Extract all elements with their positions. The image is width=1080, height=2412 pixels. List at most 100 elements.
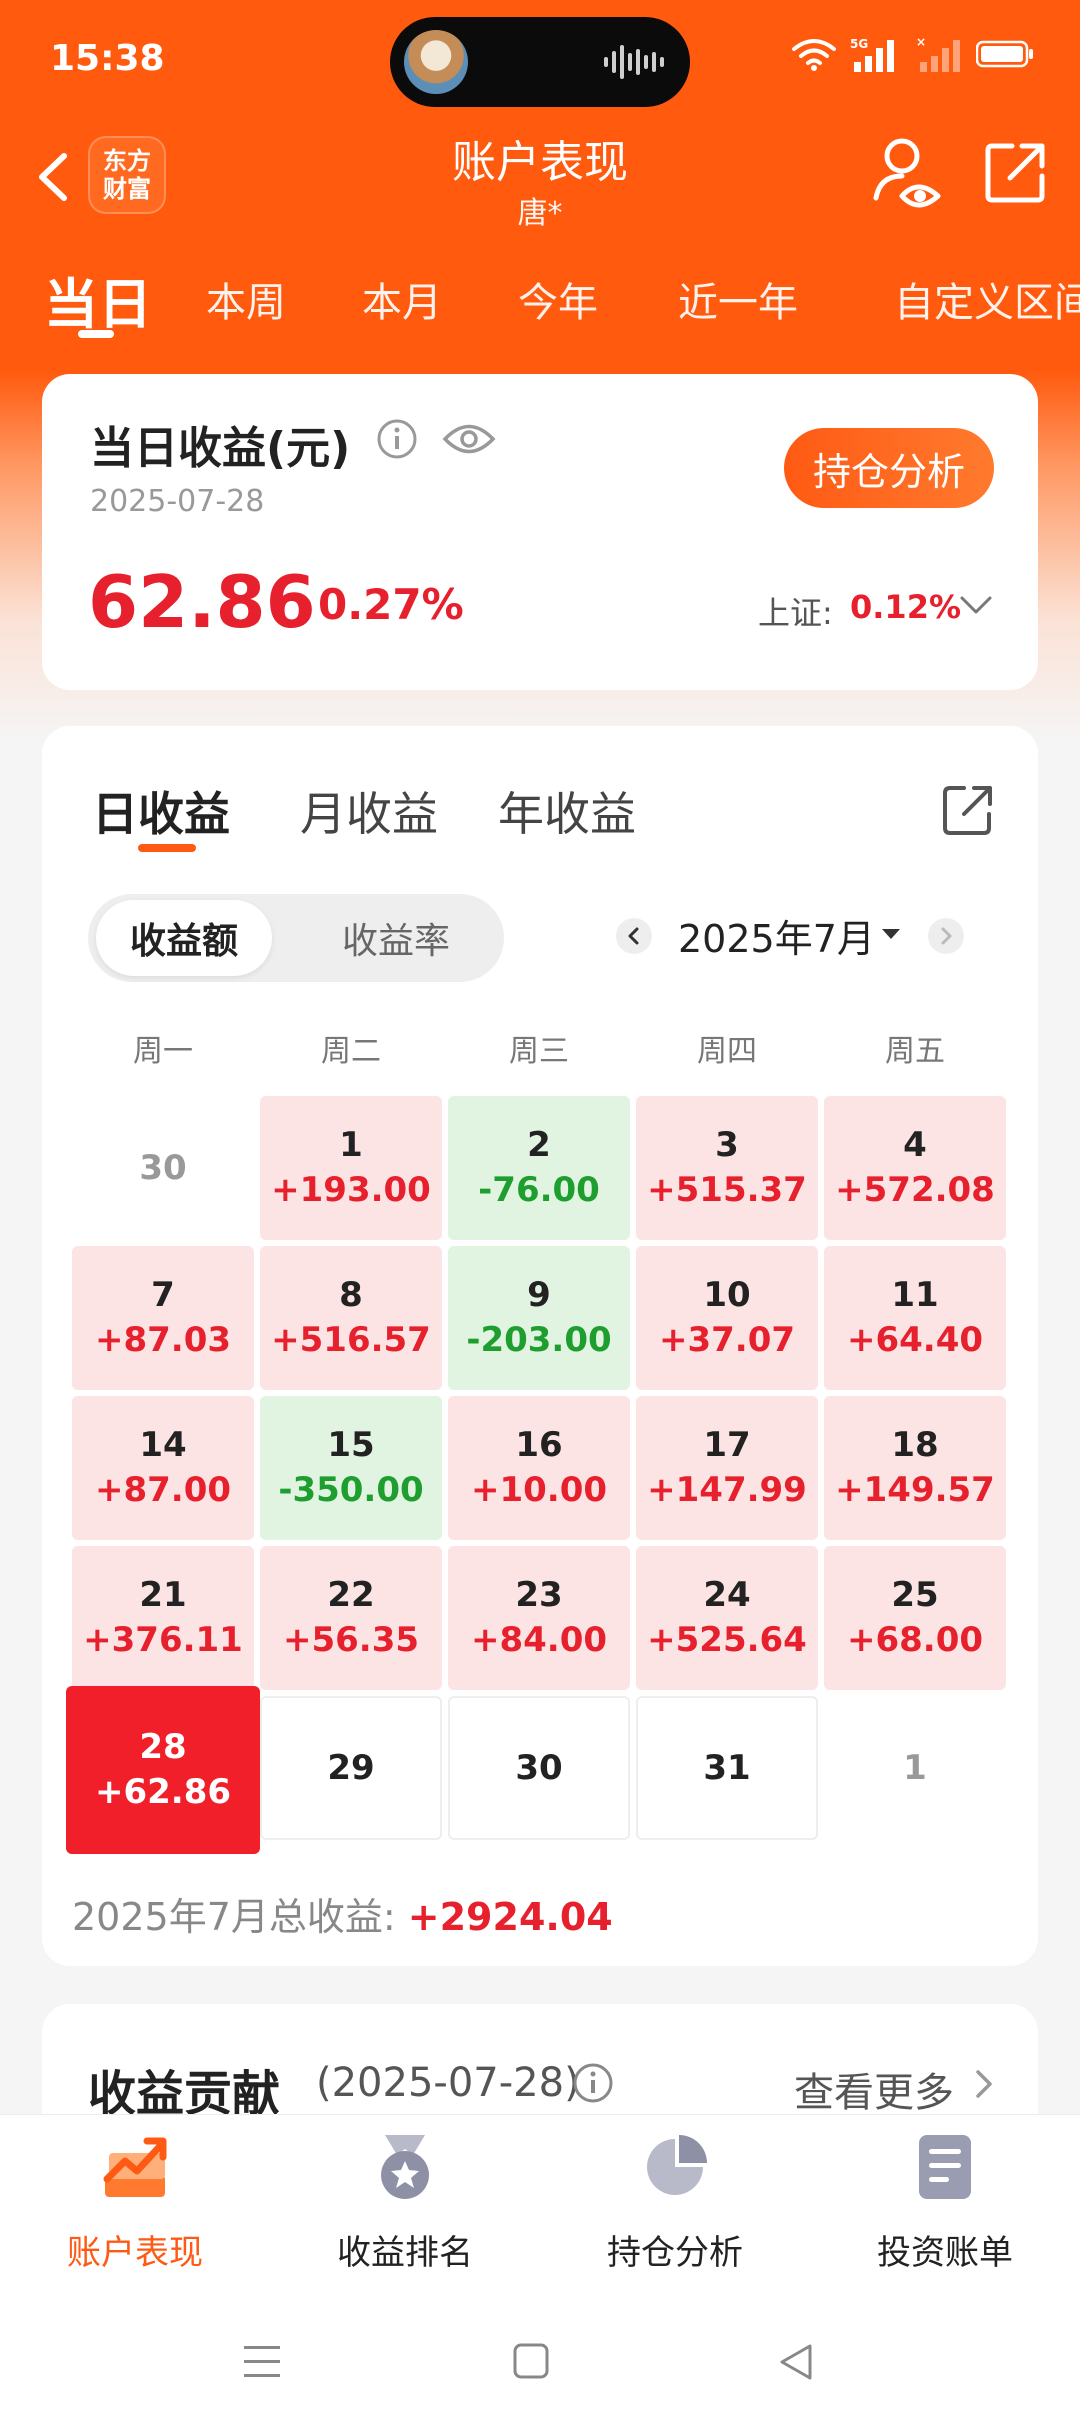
info-icon[interactable]	[376, 418, 418, 460]
calendar-day[interactable]: 30	[448, 1696, 630, 1840]
calendar-day[interactable]: 21 +376.11	[72, 1546, 254, 1690]
day-earnings-value: -76.00	[478, 1170, 600, 1210]
calendar-day[interactable]: 30	[72, 1096, 254, 1240]
calendar-day[interactable]: 29	[260, 1696, 442, 1840]
calendar-day-today[interactable]: 28 +62.86	[66, 1686, 260, 1854]
period-tabs: 当日 本周 本月 今年 近一年 自定义区间	[0, 250, 1080, 350]
tab-today[interactable]: 当日	[44, 260, 152, 339]
day-number: 17	[703, 1425, 751, 1465]
tab-investment-bill[interactable]: 投资账单	[810, 2115, 1080, 2305]
calendar-day[interactable]: 24 +525.64	[636, 1546, 818, 1690]
day-earnings-value: +62.86	[94, 1772, 232, 1812]
share-icon[interactable]	[940, 782, 996, 838]
info-icon[interactable]	[572, 2062, 614, 2104]
view-more-link[interactable]: 查看更多	[794, 2060, 954, 2118]
calendar-day[interactable]: 15 -350.00	[260, 1396, 442, 1540]
chevron-down-icon[interactable]	[956, 588, 996, 624]
tab-earnings-ranking[interactable]: 收益排名	[270, 2115, 540, 2305]
daily-rate: 0.27%	[318, 580, 464, 629]
day-number: 30	[515, 1748, 563, 1788]
tab-daily-earnings[interactable]: 日收益	[92, 778, 230, 844]
tab-yearly-earnings[interactable]: 年收益	[498, 778, 636, 844]
calendar-day[interactable]: 4 +572.08	[824, 1096, 1006, 1240]
battery-icon	[976, 40, 1033, 68]
day-earnings-value: +56.35	[282, 1620, 420, 1660]
status-icons: 5G ×	[792, 34, 1034, 74]
home-icon[interactable]	[512, 2342, 550, 2380]
day-earnings-value: -203.00	[466, 1320, 612, 1360]
eye-icon[interactable]	[442, 420, 496, 458]
tab-this-month[interactable]: 本月	[362, 270, 442, 328]
day-number: 31	[703, 1748, 751, 1788]
calendar-day[interactable]: 3 +515.37	[636, 1096, 818, 1240]
tab-this-week[interactable]: 本周	[206, 270, 286, 328]
chevron-left-icon[interactable]	[616, 918, 652, 954]
medal-icon	[381, 2135, 429, 2199]
calendar-day[interactable]: 11 +64.40	[824, 1246, 1006, 1390]
calendar-day[interactable]: 16 +10.00	[448, 1396, 630, 1540]
signal-5g-icon: 5G	[850, 37, 894, 72]
caret-down-icon[interactable]	[880, 926, 902, 942]
index-value: 0.12%	[850, 588, 962, 626]
calendar-day[interactable]: 7 +87.03	[72, 1246, 254, 1390]
calendar-day[interactable]: 1	[824, 1696, 1006, 1840]
calendar-day[interactable]: 14 +87.00	[72, 1396, 254, 1540]
day-number: 25	[891, 1575, 939, 1615]
day-earnings-value: +376.11	[83, 1620, 243, 1660]
day-number: 14	[139, 1425, 187, 1465]
calendar-day[interactable]: 10 +37.07	[636, 1246, 818, 1390]
day-earnings-value: -350.00	[278, 1470, 424, 1510]
day-number: 10	[703, 1275, 751, 1315]
menu-icon[interactable]	[242, 2344, 282, 2380]
month-total-label: 2025年7月总收益:	[72, 1895, 396, 1939]
share-icon[interactable]	[984, 140, 1048, 204]
month-selector[interactable]: 2025年7月	[678, 908, 875, 963]
day-number: 16	[515, 1425, 563, 1465]
calendar-day[interactable]: 17 +147.99	[636, 1396, 818, 1540]
tab-custom-range[interactable]: 自定义区间	[894, 270, 1080, 328]
day-earnings-value: +149.57	[835, 1470, 995, 1510]
back-nav-icon[interactable]	[776, 2342, 816, 2382]
holding-analysis-button[interactable]: 持仓分析	[784, 428, 994, 508]
weekday-label: 周二	[321, 1034, 381, 1069]
day-number: 1	[339, 1125, 363, 1165]
tab-last-year[interactable]: 近一年	[678, 270, 798, 328]
day-number: 28	[139, 1727, 187, 1767]
calendar-day[interactable]: 1 +193.00	[260, 1096, 442, 1240]
earnings-contribution-card: 收益贡献 (2025-07-28) 查看更多	[42, 2004, 1038, 2124]
calendar-day[interactable]: 22 +56.35	[260, 1546, 442, 1690]
calendar-day[interactable]: 9 -203.00	[448, 1246, 630, 1390]
index-label: 上证:	[758, 594, 833, 632]
weekday-label: 周四	[697, 1034, 757, 1069]
day-number: 30	[139, 1148, 187, 1188]
day-number: 18	[891, 1425, 939, 1465]
signal-weak-icon: ×	[916, 36, 960, 72]
calendar-day[interactable]: 8 +516.57	[260, 1246, 442, 1390]
day-earnings-value: +37.07	[658, 1320, 796, 1360]
chevron-right-icon[interactable]	[972, 2066, 998, 2102]
tab-monthly-earnings[interactable]: 月收益	[300, 778, 438, 844]
toggle-amount[interactable]: 收益额	[96, 900, 272, 976]
day-number: 21	[139, 1575, 187, 1615]
status-bar: 15:38 5G ×	[0, 0, 1080, 120]
tab-label: 持仓分析	[607, 2233, 743, 2273]
toggle-rate[interactable]: 收益率	[308, 900, 484, 976]
calendar-day[interactable]: 25 +68.00	[824, 1546, 1006, 1690]
calendar-day[interactable]: 18 +149.57	[824, 1396, 1006, 1540]
tab-account-performance[interactable]: 账户表现	[0, 2115, 270, 2305]
metric-toggle: 收益额 收益率	[88, 894, 504, 982]
tab-this-year[interactable]: 今年	[518, 270, 598, 328]
calendar-day[interactable]: 23 +84.00	[448, 1546, 630, 1690]
earnings-calendar-card: 日收益 月收益 年收益 收益额 收益率 2025年7月 周一 周二 周三 周四 周五 3…	[42, 726, 1038, 1966]
user-privacy-icon[interactable]	[872, 136, 942, 216]
tab-holding-analysis[interactable]: 持仓分析	[540, 2115, 810, 2305]
chevron-right-icon[interactable]	[928, 918, 964, 954]
day-number: 15	[327, 1425, 375, 1465]
day-number: 11	[891, 1275, 939, 1315]
daily-date: 2025-07-28	[90, 484, 265, 519]
svg-text:5G: 5G	[850, 37, 868, 51]
day-number: 3	[715, 1125, 739, 1165]
calendar-day[interactable]: 31	[636, 1696, 818, 1840]
calendar-day[interactable]: 2 -76.00	[448, 1096, 630, 1240]
daily-earnings-card: 当日收益(元) 2025-07-28 持仓分析 62.86 0.27% 上证: …	[42, 374, 1038, 690]
